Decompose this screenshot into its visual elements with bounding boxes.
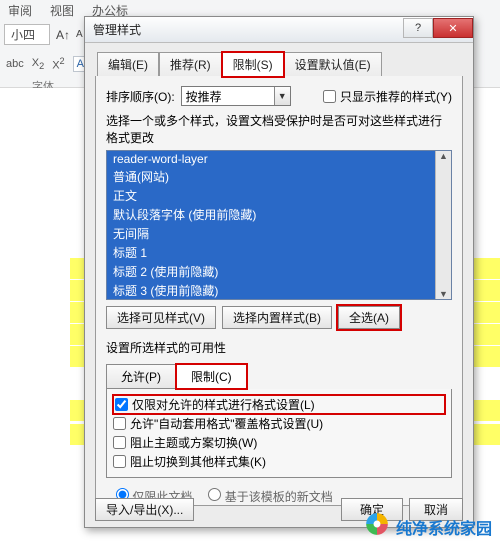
tab-edit[interactable]: 编辑(E) bbox=[97, 52, 159, 77]
tab-restrict[interactable]: 限制(S) bbox=[222, 52, 284, 77]
dialog-title: 管理样式 bbox=[93, 21, 141, 38]
only-allowed-checkbox[interactable]: 仅限对允许的样式进行格式设置(L) bbox=[113, 395, 445, 414]
list-item[interactable]: reader-word-layer bbox=[107, 151, 451, 167]
help-button[interactable]: ? bbox=[403, 18, 433, 38]
listbox-scrollbar[interactable]: ▲ ▼ bbox=[435, 151, 451, 299]
select-all-button[interactable]: 全选(A) bbox=[338, 306, 400, 329]
subscript-icon[interactable]: X2 bbox=[32, 57, 44, 71]
instruction-text: 选择一个或多个样式，设置文档受保护时是否可对这些样式进行格式更改 bbox=[106, 112, 452, 146]
font-size-combo[interactable]: 小四 bbox=[4, 24, 50, 45]
block-quickstyles-input[interactable] bbox=[113, 455, 126, 468]
block-theme-checkbox[interactable]: 阻止主题或方案切换(W) bbox=[113, 433, 445, 452]
only-allowed-input[interactable] bbox=[115, 398, 128, 411]
sort-order-combo[interactable]: 按推荐 ▼ bbox=[181, 86, 291, 106]
ribbon-tab[interactable]: 视图 bbox=[50, 2, 74, 19]
list-item[interactable]: 正文 bbox=[107, 186, 451, 205]
watermark-text: 纯净系统家园 bbox=[396, 515, 492, 539]
scroll-down-icon[interactable]: ▼ bbox=[439, 289, 448, 299]
only-allowed-label: 仅限对允许的样式进行格式设置(L) bbox=[132, 396, 315, 413]
watermark-logo-icon bbox=[364, 511, 390, 542]
sort-order-label: 排序顺序(O): bbox=[106, 88, 175, 105]
scroll-up-icon[interactable]: ▲ bbox=[439, 151, 448, 161]
ribbon-row2: abc X2 X2 A bbox=[6, 56, 88, 72]
dialog-panel: 排序顺序(O): 按推荐 ▼ 只显示推荐的样式(Y) 选择一个或多个样式，设置文… bbox=[95, 76, 463, 506]
select-builtin-button[interactable]: 选择内置样式(B) bbox=[222, 306, 332, 329]
autoformat-input[interactable] bbox=[113, 417, 126, 430]
only-recommended-label: 只显示推荐的样式(Y) bbox=[340, 88, 452, 105]
manage-styles-dialog: 管理样式 ? ✕ 编辑(E) 推荐(R) 限制(S) 设置默认值(E) 排序顺序… bbox=[84, 16, 474, 528]
block-quickstyles-label: 阻止切换到其他样式集(K) bbox=[130, 453, 266, 470]
list-item[interactable]: 普通(网站) bbox=[107, 167, 451, 186]
dialog-tabs: 编辑(E) 推荐(R) 限制(S) 设置默认值(E) bbox=[97, 51, 473, 76]
close-button[interactable]: ✕ bbox=[433, 18, 473, 38]
chevron-down-icon: ▼ bbox=[274, 87, 290, 105]
list-item[interactable]: 无间隔 bbox=[107, 224, 451, 243]
close-icon: ✕ bbox=[448, 22, 457, 35]
restrict-button[interactable]: 限制(C) bbox=[176, 364, 247, 389]
strikethrough-icon[interactable]: abc bbox=[6, 58, 24, 70]
list-item[interactable]: 标题 3 (使用前隐藏) bbox=[107, 281, 451, 300]
usability-label: 设置所选样式的可用性 bbox=[106, 339, 452, 356]
tab-defaults[interactable]: 设置默认值(E) bbox=[284, 52, 382, 77]
watermark: 纯净系统家园 bbox=[364, 511, 492, 542]
import-export-button[interactable]: 导入/导出(X)... bbox=[95, 498, 194, 521]
dialog-titlebar[interactable]: 管理样式 ? ✕ bbox=[85, 17, 473, 43]
decrease-font-icon[interactable]: A bbox=[76, 29, 83, 40]
autoformat-label: 允许"自动套用格式"覆盖格式设置(U) bbox=[130, 415, 323, 432]
list-item[interactable]: 标题 2 (使用前隐藏) bbox=[107, 262, 451, 281]
tab-recommend[interactable]: 推荐(R) bbox=[159, 52, 222, 77]
sort-order-value: 按推荐 bbox=[186, 88, 222, 105]
increase-font-icon[interactable]: A↑ bbox=[56, 28, 70, 42]
only-recommended-checkbox[interactable]: 只显示推荐的样式(Y) bbox=[323, 88, 452, 105]
permit-button[interactable]: 允许(P) bbox=[106, 364, 176, 389]
list-item[interactable]: 标题 1 bbox=[107, 243, 451, 262]
restrict-options-panel: 仅限对允许的样式进行格式设置(L) 允许"自动套用格式"覆盖格式设置(U) 阻止… bbox=[106, 389, 452, 478]
block-quickstyles-checkbox[interactable]: 阻止切换到其他样式集(K) bbox=[113, 452, 445, 471]
block-theme-input[interactable] bbox=[113, 436, 126, 449]
select-visible-button[interactable]: 选择可见样式(V) bbox=[106, 306, 216, 329]
only-recommended-input[interactable] bbox=[323, 90, 336, 103]
list-item[interactable]: 默认段落字体 (使用前隐藏) bbox=[107, 205, 451, 224]
autoformat-checkbox[interactable]: 允许"自动套用格式"覆盖格式设置(U) bbox=[113, 414, 445, 433]
ribbon-toolbar: 小四 A↑ A bbox=[4, 24, 83, 45]
ribbon-tab[interactable]: 审阅 bbox=[8, 2, 32, 19]
styles-listbox[interactable]: reader-word-layer 普通(网站) 正文 默认段落字体 (使用前隐… bbox=[106, 150, 452, 300]
block-theme-label: 阻止主题或方案切换(W) bbox=[130, 434, 257, 451]
superscript-icon[interactable]: X2 bbox=[52, 56, 64, 72]
